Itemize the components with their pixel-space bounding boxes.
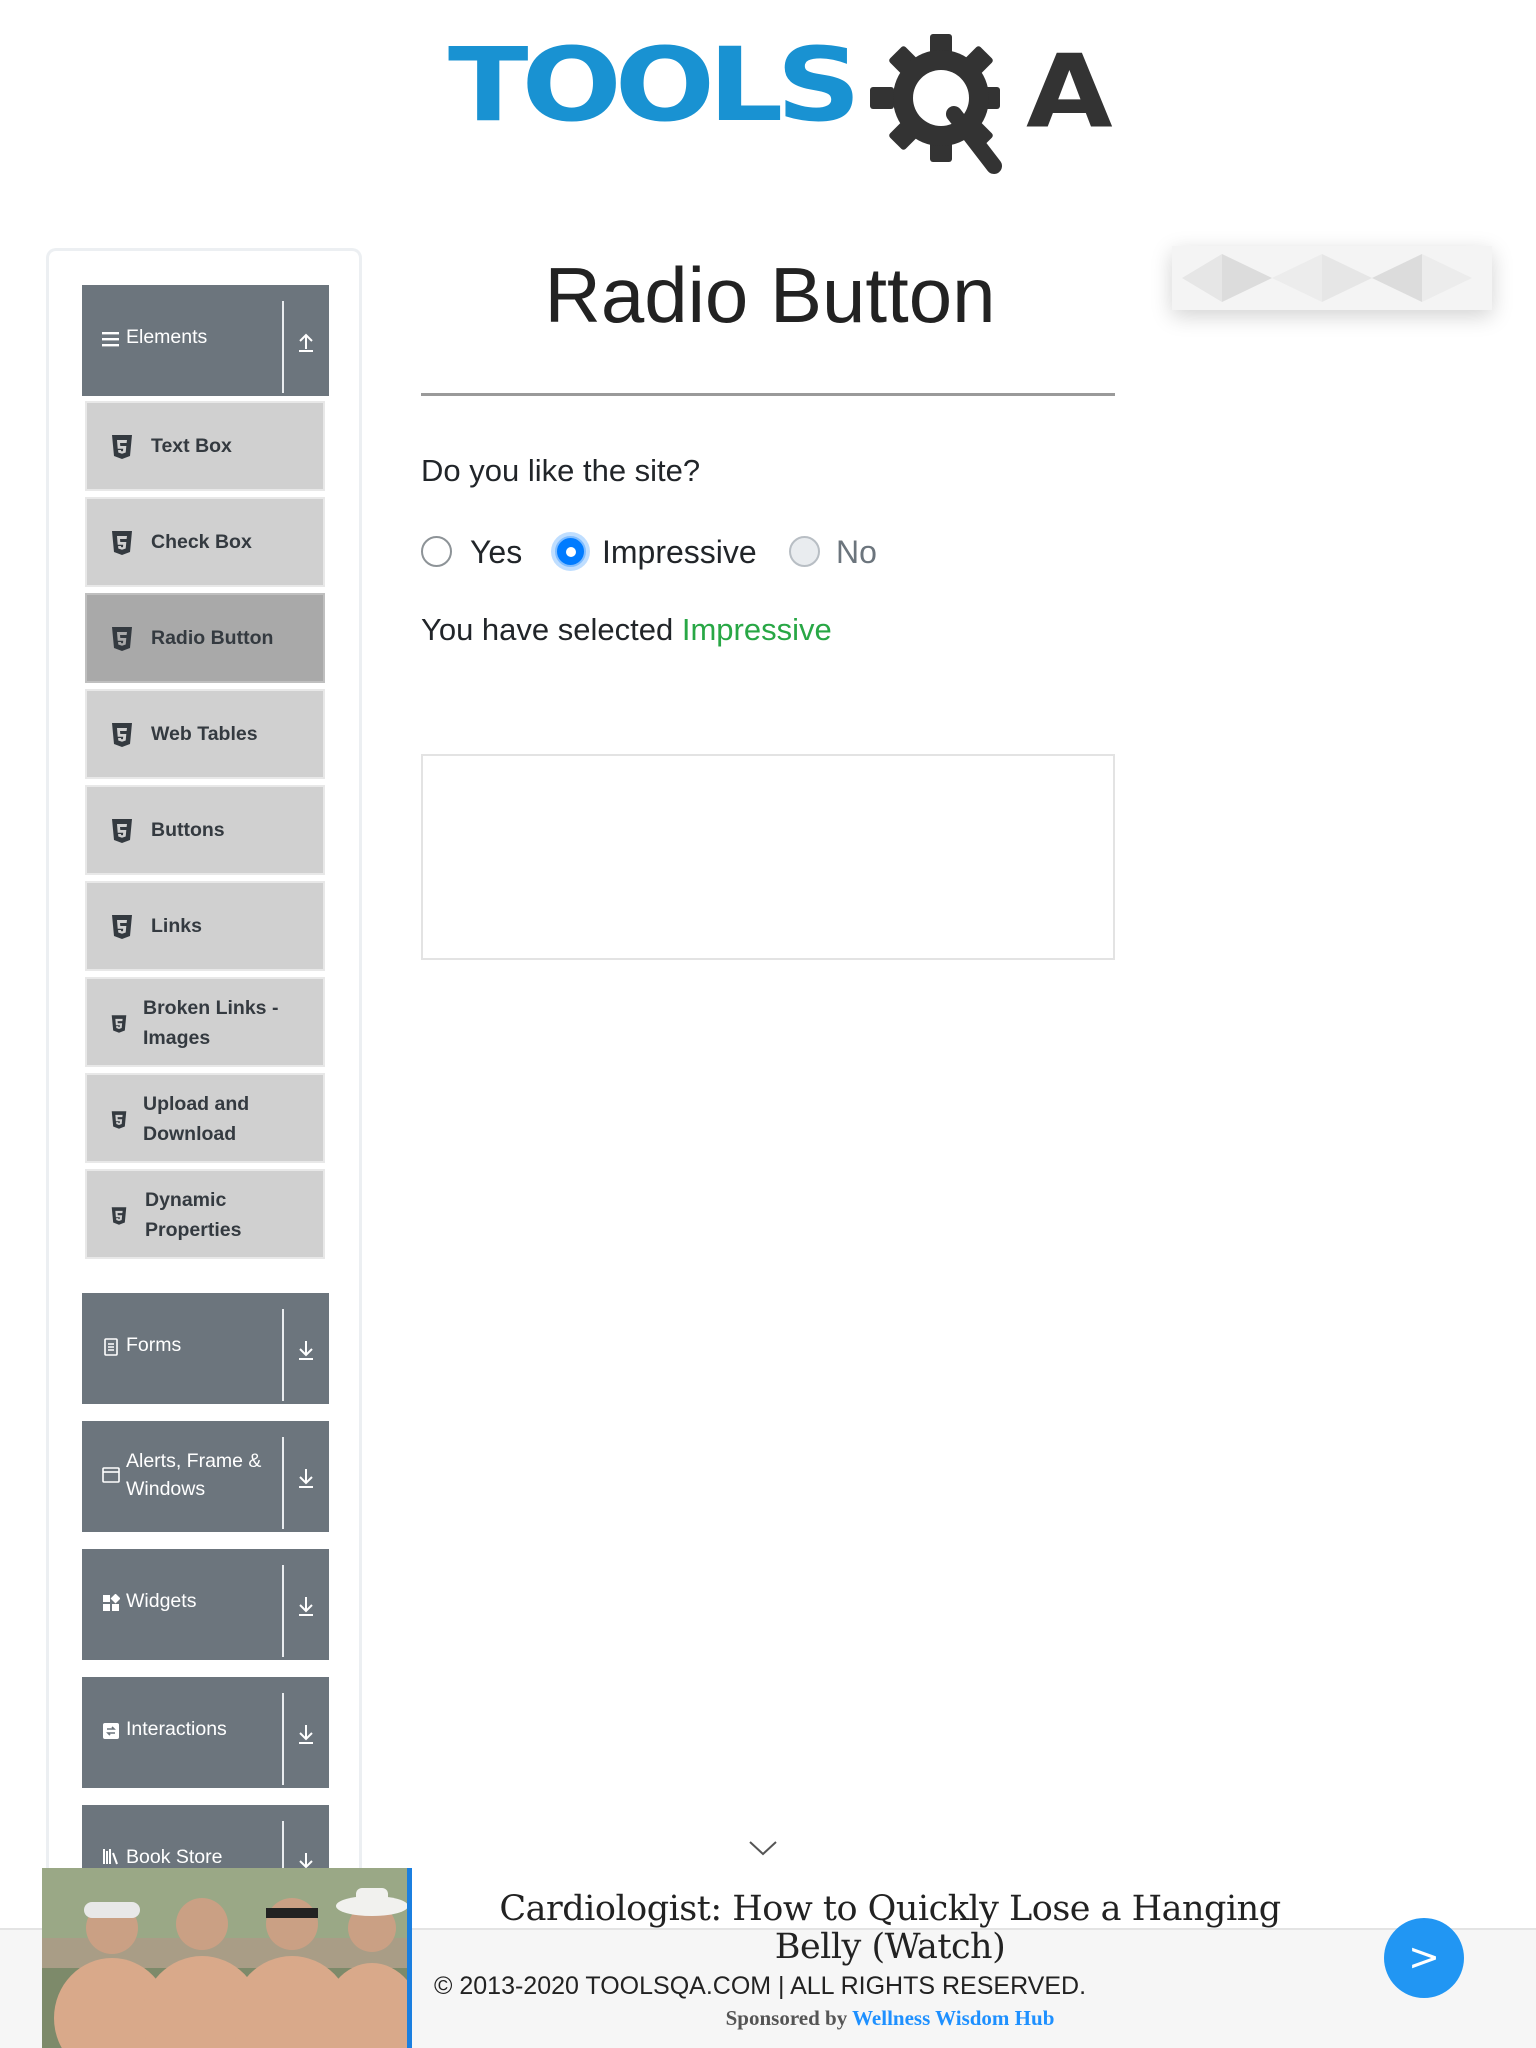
sidebar-group-alerts-frame-windows[interactable]: Alerts, Frame & Windows (82, 1421, 329, 1532)
group-label: Elements (126, 326, 208, 348)
top-ad-banner[interactable] (1172, 246, 1492, 310)
page-title: Radio Button (544, 251, 996, 339)
html5-icon (112, 819, 132, 843)
sidebar-item-upload-and-download[interactable]: Upload and Download (85, 1073, 325, 1163)
form-icon (104, 1338, 118, 1356)
ad-placeholder-box (421, 754, 1115, 960)
sidebar-item-radio-button[interactable]: Radio Button (85, 593, 325, 683)
group-divider (282, 301, 284, 393)
result-prefix: You have selected (421, 612, 674, 647)
expand-arrow-icon[interactable] (295, 1465, 317, 1489)
ad-pattern-graphic (1182, 254, 1472, 302)
widgets-icon (103, 1594, 120, 1611)
menu-item-label: Dynamic Properties (145, 1189, 242, 1241)
menu-item-label: Radio Button (151, 627, 274, 649)
sidebar-item-buttons[interactable]: Buttons (85, 785, 325, 875)
radio-label-yes[interactable]: Yes (470, 532, 522, 572)
logo-text-tools: TOOLS (448, 25, 861, 145)
group-label: Alerts, Frame & Windows (126, 1450, 262, 1500)
html5-icon (112, 915, 132, 939)
ad-next-button[interactable]: > (1384, 1918, 1464, 1998)
radio-yes[interactable] (421, 536, 452, 567)
ad-image[interactable] (42, 1868, 412, 2048)
hamburger-icon (102, 332, 119, 347)
radio-label-impressive[interactable]: Impressive (602, 532, 757, 572)
sidebar-item-web-tables[interactable]: Web Tables (85, 689, 325, 779)
group-label: Forms (126, 1334, 182, 1356)
sidebar-item-dynamic-properties[interactable]: Dynamic Properties (85, 1169, 325, 1259)
toolsqa-logo[interactable]: TOOLS A (448, 25, 1113, 180)
sidebar: Elements Text Box Check Box Radio Button… (46, 248, 362, 1948)
group-label: Interactions (126, 1718, 227, 1740)
footer-copyright: © 2013-2020 TOOLSQA.COM | ALL RIGHTS RES… (434, 1972, 1087, 2000)
selection-result: You have selected Impressive (421, 610, 832, 650)
expand-arrow-icon[interactable] (295, 1593, 317, 1617)
ad-headline[interactable]: Cardiologist: How to Quickly Lose a Hang… (470, 1890, 1310, 1966)
ad-sponsor-name[interactable]: Wellness Wisdom Hub (852, 2006, 1054, 2030)
sidebar-item-links[interactable]: Links (85, 881, 325, 971)
menu-item-label: Check Box (151, 531, 252, 553)
radio-no (789, 536, 820, 567)
menu-item-label: Text Box (151, 435, 232, 457)
html5-icon (111, 1111, 127, 1129)
group-label: Widgets (126, 1590, 197, 1612)
sidebar-item-text-box[interactable]: Text Box (85, 401, 325, 491)
expand-arrow-icon[interactable] (295, 1721, 317, 1745)
menu-item-label: Buttons (151, 819, 225, 841)
result-value: Impressive (681, 612, 832, 647)
ad-sponsor-prefix: Sponsored by (725, 2006, 848, 2030)
group-divider (282, 1309, 284, 1401)
group-label: Book Store (126, 1846, 223, 1868)
radio-label-no: No (836, 534, 877, 570)
group-divider (282, 1437, 284, 1529)
menu-item-label: Links (151, 915, 202, 937)
sidebar-group-forms[interactable]: Forms (82, 1293, 329, 1404)
question-text: Do you like the site? (421, 453, 701, 488)
sidebar-group-elements[interactable]: Elements (82, 285, 329, 396)
title-divider (421, 393, 1115, 396)
group-divider (282, 1693, 284, 1785)
html5-icon (112, 627, 132, 651)
chevron-down-icon[interactable] (748, 1838, 778, 1858)
html5-icon (111, 1207, 127, 1225)
gear-magnifier-icon (870, 34, 1002, 174)
expand-arrow-icon[interactable] (295, 1337, 317, 1361)
sidebar-group-widgets[interactable]: Widgets (82, 1549, 329, 1660)
books-icon (103, 1849, 118, 1865)
sidebar-item-check-box[interactable]: Check Box (85, 497, 325, 587)
radio-impressive[interactable] (555, 536, 586, 567)
logo-text-a: A (1026, 33, 1113, 151)
group-divider (282, 1565, 284, 1657)
menu-item-label: Web Tables (151, 723, 258, 745)
menu-item-label: Upload and Download (143, 1093, 250, 1145)
window-icon (102, 1467, 120, 1483)
html5-icon (112, 531, 132, 555)
collapse-arrow-icon[interactable] (295, 329, 317, 353)
sidebar-item-broken-links-images[interactable]: Broken Links - Images (85, 977, 325, 1067)
menu-item-label: Broken Links - Images (143, 997, 279, 1049)
html5-icon (111, 1015, 127, 1033)
ad-sponsor[interactable]: Sponsored by Wellness Wisdom Hub (470, 2006, 1310, 2031)
interactions-icon (103, 1723, 119, 1739)
html5-icon (112, 435, 132, 459)
ad-photo-illustration (42, 1868, 407, 2048)
html5-icon (112, 723, 132, 747)
sidebar-group-interactions[interactable]: Interactions (82, 1677, 329, 1788)
